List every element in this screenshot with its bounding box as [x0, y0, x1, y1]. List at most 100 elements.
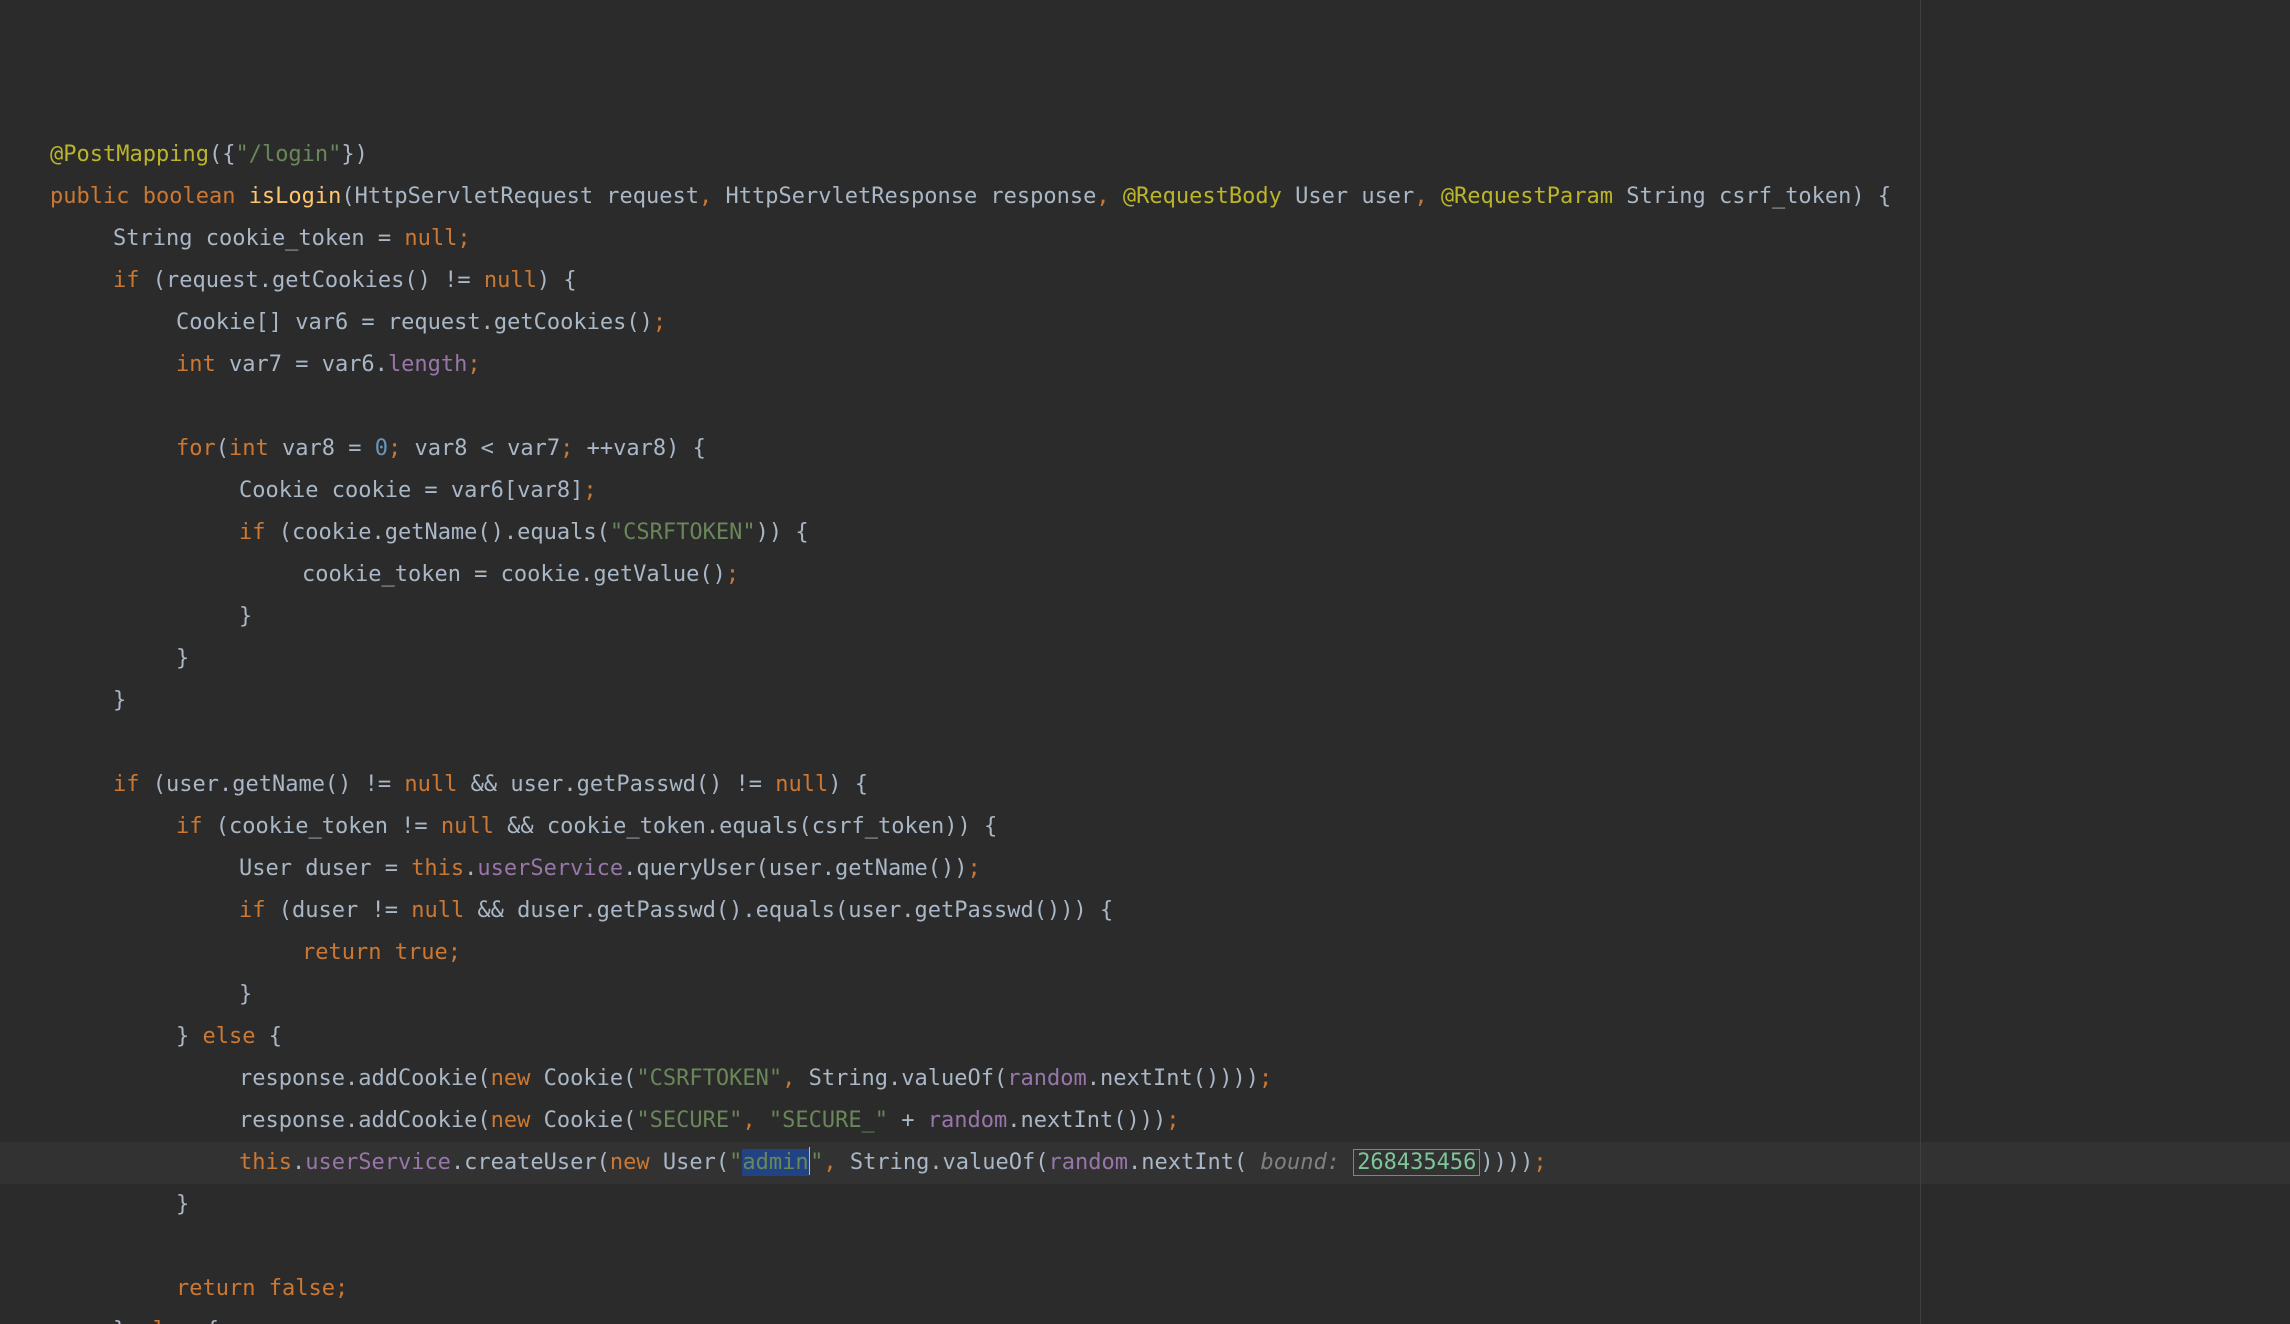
code-token: else	[203, 1024, 269, 1049]
code-token: .	[292, 1150, 305, 1175]
code-token: })	[341, 142, 368, 167]
code-token: userService	[477, 856, 623, 881]
code-token: ,	[782, 1066, 809, 1091]
code-token: @PostMapping	[50, 142, 209, 167]
code-token: && user.getPasswd() !=	[471, 772, 776, 797]
code-token: ;	[583, 478, 596, 503]
code-token: @RequestBody	[1123, 184, 1295, 209]
code-token: ) {	[828, 772, 868, 797]
code-token: }	[176, 1024, 203, 1049]
code-token: null	[441, 814, 507, 839]
code-line[interactable]: }	[0, 596, 2290, 638]
code-line[interactable]: this.userService.createUser(new User("ad…	[0, 1142, 2290, 1184]
code-token: }	[239, 982, 252, 1007]
code-token: (HttpServletRequest request	[341, 184, 699, 209]
code-line[interactable]: Cookie[] var6 = request.getCookies();	[0, 302, 2290, 344]
code-token: (cookie.getName().equals(	[279, 520, 610, 545]
code-token: random	[1049, 1150, 1128, 1175]
code-token: HttpServletResponse response	[726, 184, 1097, 209]
code-token: User duser =	[239, 856, 411, 881]
code-token: false	[269, 1276, 335, 1301]
code-token: public	[50, 184, 143, 209]
code-line[interactable]: if (user.getName() != null && user.getPa…	[0, 764, 2290, 806]
code-token: }	[113, 688, 126, 713]
code-token: .	[464, 856, 477, 881]
code-token: (	[216, 436, 229, 461]
code-line[interactable]: response.addCookie(new Cookie("CSRFTOKEN…	[0, 1058, 2290, 1100]
code-line[interactable]: Cookie cookie = var6[var8];	[0, 470, 2290, 512]
code-line[interactable]: if (duser != null && duser.getPasswd().e…	[0, 890, 2290, 932]
code-token: null	[775, 772, 828, 797]
code-token: "	[729, 1150, 742, 1175]
code-token: ;	[1259, 1066, 1272, 1091]
code-token: var7 = var6.	[229, 352, 388, 377]
code-token: }	[113, 1318, 140, 1324]
code-token: int	[176, 352, 229, 377]
code-line[interactable]: int var7 = var6.length;	[0, 344, 2290, 386]
code-token: }	[176, 1192, 189, 1217]
code-line[interactable]: for(int var8 = 0; var8 < var7; ++var8) {	[0, 428, 2290, 470]
code-token: User(	[663, 1150, 729, 1175]
code-line[interactable]: cookie_token = cookie.getValue();	[0, 554, 2290, 596]
code-line[interactable]: public boolean isLogin(HttpServletReques…	[0, 176, 2290, 218]
code-token: ;	[1533, 1150, 1546, 1175]
code-token: .nextInt()))	[1007, 1108, 1166, 1133]
code-token: new	[491, 1066, 544, 1091]
code-token: ;	[1166, 1108, 1179, 1133]
code-line[interactable]: }	[0, 680, 2290, 722]
code-token: "CSRFTOKEN"	[636, 1066, 782, 1091]
code-token: )) {	[756, 520, 809, 545]
code-token: length	[388, 352, 467, 377]
code-token: ) {	[537, 268, 577, 293]
code-token: ,	[1096, 184, 1123, 209]
code-block[interactable]: @PostMapping({"/login"})public boolean i…	[0, 126, 2290, 1324]
code-token: (user.getName() !=	[153, 772, 405, 797]
code-token: .createUser(	[451, 1150, 610, 1175]
code-token: random	[928, 1108, 1007, 1133]
code-token: && duser.getPasswd().equals(user.getPass…	[477, 898, 1113, 923]
code-line[interactable]: } else {	[0, 1310, 2290, 1324]
right-margin-guide	[1920, 0, 1921, 1324]
code-line[interactable]	[0, 386, 2290, 428]
code-line[interactable]: }	[0, 638, 2290, 680]
code-token: ;	[448, 940, 461, 965]
code-token: && cookie_token.equals(csrf_token)) {	[507, 814, 997, 839]
code-token: for	[176, 436, 216, 461]
code-line[interactable]: } else {	[0, 1016, 2290, 1058]
code-line[interactable]: response.addCookie(new Cookie("SECURE", …	[0, 1100, 2290, 1142]
code-token: (request.getCookies() !=	[153, 268, 484, 293]
code-line[interactable]: if (request.getCookies() != null) {	[0, 260, 2290, 302]
code-token: (duser !=	[279, 898, 411, 923]
code-line[interactable]: User duser = this.userService.queryUser(…	[0, 848, 2290, 890]
code-token: String cookie_token =	[113, 226, 404, 251]
code-token: {	[206, 1318, 219, 1324]
parameter-hint-label: bound:	[1260, 1150, 1353, 1175]
code-token: String csrf_token) {	[1626, 184, 1891, 209]
code-token: "SECURE_"	[769, 1108, 901, 1133]
code-token: (cookie_token !=	[216, 814, 441, 839]
code-line[interactable]	[0, 722, 2290, 764]
code-line[interactable]: @PostMapping({"/login"})	[0, 134, 2290, 176]
code-token: else	[140, 1318, 206, 1324]
code-line[interactable]: return true;	[0, 932, 2290, 974]
code-line[interactable]	[0, 1226, 2290, 1268]
code-token: ,	[699, 184, 726, 209]
code-token: }	[176, 646, 189, 671]
selected-text[interactable]: admin	[742, 1149, 808, 1176]
code-token: "CSRFTOKEN"	[610, 520, 756, 545]
code-line[interactable]: String cookie_token = null;	[0, 218, 2290, 260]
code-token: if	[239, 898, 279, 923]
code-token: ;	[388, 436, 415, 461]
code-line[interactable]: }	[0, 974, 2290, 1016]
code-line[interactable]: }	[0, 1184, 2290, 1226]
code-token: ,	[823, 1150, 850, 1175]
code-token: String.valueOf(	[809, 1066, 1008, 1091]
code-editor[interactable]: @PostMapping({"/login"})public boolean i…	[0, 0, 2290, 1324]
code-token: ;	[457, 226, 470, 251]
code-token: true	[395, 940, 448, 965]
code-line[interactable]: return false;	[0, 1268, 2290, 1310]
code-token: ;	[726, 562, 739, 587]
code-token: User user	[1295, 184, 1414, 209]
code-line[interactable]: if (cookie_token != null && cookie_token…	[0, 806, 2290, 848]
code-line[interactable]: if (cookie.getName().equals("CSRFTOKEN")…	[0, 512, 2290, 554]
